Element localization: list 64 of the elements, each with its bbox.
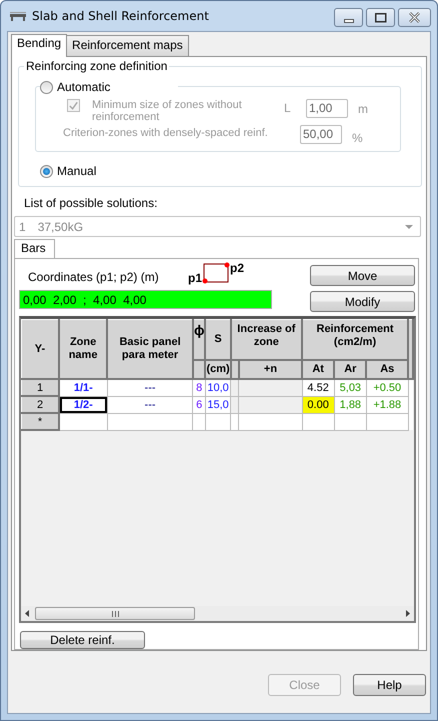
point-label: p1 [188,271,202,285]
table-cell: --- [107,379,193,396]
group-title: Reinforcing zone definition [24,59,170,73]
button[interactable]: Move [310,265,415,286]
list-label: List of possible solutions: [24,196,158,210]
left-arrow-icon [25,610,29,618]
table-cell: +0.50 [366,379,408,396]
tab[interactable]: Bending [11,34,68,57]
radio-button[interactable] [40,80,53,94]
column-header: Reinforcement (cm2/m) [302,320,408,360]
column-header: Y- [22,320,59,379]
table-cell: +1.88 [366,396,408,413]
symbol-label: L [284,101,292,115]
column-header: Ar [334,360,366,379]
close-button[interactable] [398,8,431,27]
button[interactable]: Help [353,674,426,696]
maximize-button[interactable] [366,8,395,27]
window-title: Slab and Shell Reinforcement [32,9,209,23]
slab-icon [10,10,26,22]
unit-label: m [358,102,368,116]
scroll-thumb[interactable] [35,607,195,620]
tab[interactable]: Reinforcement maps [66,35,189,56]
maximize-icon [374,12,386,22]
table-cell: 15,0 [205,396,231,413]
unit-label: % [352,131,363,145]
column-header: At [302,360,334,379]
option-label: Minimum size of zones without reinforcement [92,99,243,123]
table-cell: 5,03 [334,379,366,396]
table-cell: 4.52 [302,379,334,396]
radio-button[interactable] [40,164,53,178]
table-cell: 10,0 [205,379,231,396]
column-header: +n [238,360,302,379]
column-header: S [205,320,231,360]
point-label: p2 [230,261,244,275]
table-cell: 0.00 [302,396,334,413]
table-cell: 1/2- [59,396,108,413]
coordinates-field[interactable]: 0,00 2,00 ; 4,00 4,00 [19,290,272,309]
button[interactable]: Modify [310,291,415,312]
dropdown-arrow-icon [405,224,413,228]
minimize-icon [344,18,354,22]
column-header: As [366,360,408,379]
close-icon [409,12,420,23]
table-cell: --- [107,396,193,413]
tab[interactable]: Bars [14,239,55,258]
rectangle-diagram [202,262,230,284]
option-label: Criterion-zones with densely-spaced reinf. [63,127,269,139]
grip-icon [112,610,118,617]
minimize-button[interactable] [334,8,363,27]
coordinates-label: Coordinates (p1; p2) (m) [28,270,160,284]
row-header[interactable]: 1 [22,379,59,396]
column-header: (cm) [205,360,231,379]
row-header[interactable]: 2 [22,396,59,413]
right-arrow-icon [406,610,410,618]
row-header[interactable]: * [22,413,59,430]
radio-label: Manual [57,164,96,178]
check-icon [68,100,79,112]
column-header: Zone name [59,320,108,379]
delete-button[interactable]: Delete reinf. [20,631,145,649]
radio-label: Automatic [57,80,110,94]
table-cell: 1,88 [334,396,366,413]
column-header: Increase of zone [230,320,302,360]
horizontal-scrollbar[interactable] [21,606,414,622]
column-header: Basic panel para meter [107,320,193,379]
table-cell: 1/1- [59,379,108,396]
